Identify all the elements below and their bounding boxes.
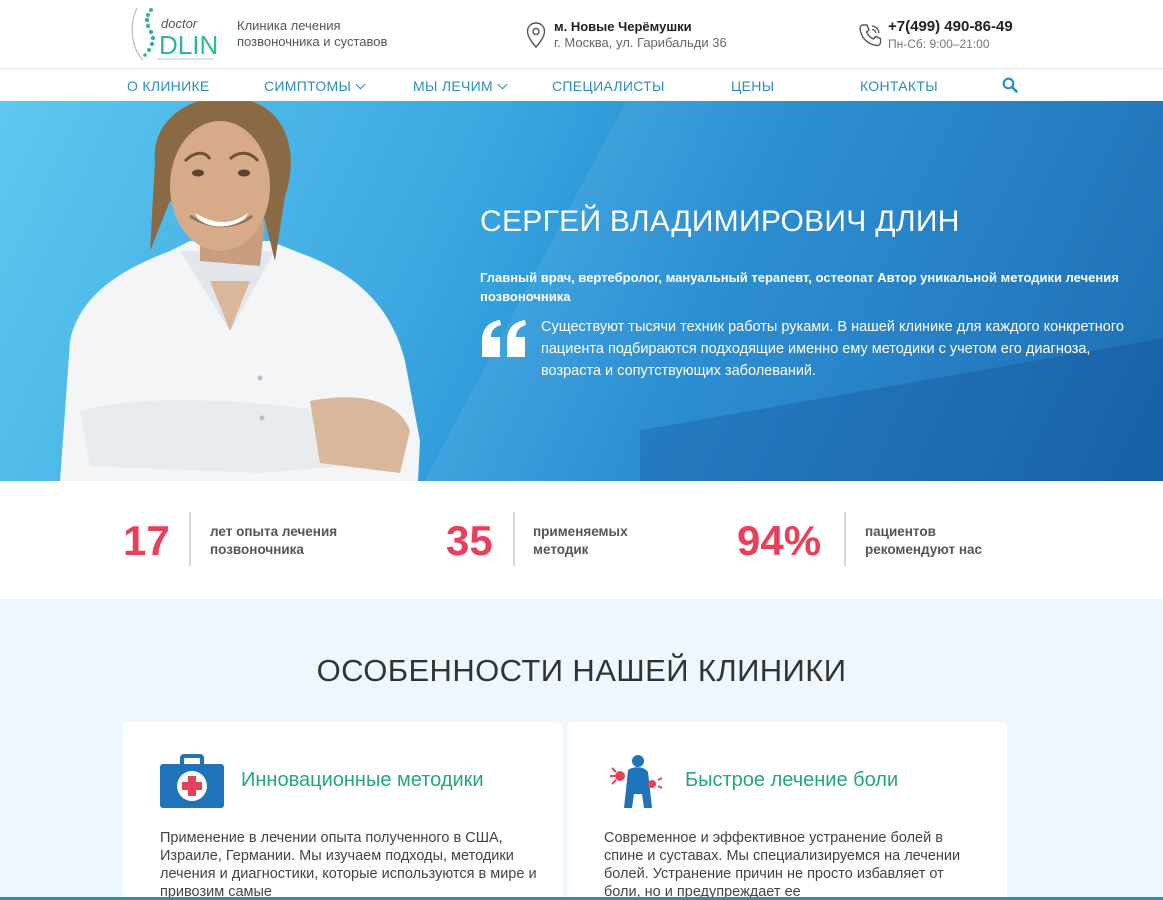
svg-text:DLIN: DLIN: [159, 30, 218, 60]
stat-label: лет опыта лечения позвоночника: [210, 523, 337, 559]
tagline-line2: позвоночника и суставов: [237, 34, 388, 49]
back-pain-icon: [610, 755, 663, 808]
feature-text: Современное и эффективное устранение бол…: [604, 830, 961, 900]
nav-item-specialists[interactable]: СПЕЦИАЛИСТЫ: [552, 78, 665, 94]
nav-item-label: СПЕЦИАЛИСТЫ: [552, 78, 665, 94]
feature-card-pain-relief: Быстрое лечение боли Современное и эффек…: [567, 722, 1007, 900]
stat-divider: [513, 512, 515, 566]
doctor-photo: [60, 101, 420, 481]
stat-label-line: лет опыта лечения: [210, 524, 338, 539]
quote-icon: [482, 320, 526, 357]
nav-item-about[interactable]: О КЛИНИКЕ: [127, 78, 210, 94]
doctor-role: Главный врач, вертебролог, мануальный те…: [480, 270, 1119, 304]
stat-label-line: пациентов: [865, 524, 936, 539]
stat-label: применяемых методик: [533, 523, 628, 559]
nav-item-contacts[interactable]: КОНТАКТЫ: [860, 78, 938, 94]
stat-divider: [844, 512, 846, 566]
features-title: ОСОБЕННОСТИ НАШЕЙ КЛИНИКИ: [316, 653, 847, 688]
stat-value: 94%: [737, 517, 822, 564]
clinic-address: г. Москва, ул. Гарибальди 36: [554, 35, 727, 50]
stat-label-line: позвоночника: [210, 542, 304, 557]
clinic-tagline: Клиника лечения позвоночника и суставов: [237, 18, 387, 50]
phone-icon: [859, 24, 882, 47]
stat-label-line: рекомендуют нас: [865, 542, 983, 557]
doctor-name: СЕРГЕЙ ВЛАДИМИРОВИЧ ДЛИН: [480, 205, 960, 238]
main-nav: О КЛИНИКЕ СИМПТОМЫ МЫ ЛЕЧИМ СПЕЦИАЛИСТЫ …: [0, 68, 1163, 101]
nav-item-label: О КЛИНИКЕ: [127, 78, 210, 94]
metro-station: м. Новые Черёмушки: [554, 19, 692, 34]
nav-item-label: МЫ ЛЕЧИМ: [413, 78, 493, 94]
nav-item-label: ЦЕНЫ: [731, 78, 775, 94]
phone-number[interactable]: +7(499) 490-86-49: [888, 18, 1013, 35]
stat-label-line: применяемых: [533, 524, 628, 539]
nav-item-treatments[interactable]: МЫ ЛЕЧИМ: [413, 78, 508, 94]
chevron-down-icon: [497, 79, 508, 90]
search-icon[interactable]: [1002, 77, 1018, 93]
stat-label-line: методик: [533, 542, 589, 557]
feature-card-innovative: Инновационные методики Применение в лече…: [123, 722, 563, 900]
medical-kit-icon: [160, 754, 224, 808]
svg-text:doctor: doctor: [161, 16, 198, 31]
stat-value: 35: [446, 517, 493, 564]
nav-item-symptoms[interactable]: СИМПТОМЫ: [264, 78, 366, 94]
location-pin-icon: [526, 22, 546, 48]
feature-title: Быстрое лечение боли: [685, 769, 899, 791]
features-section: ОСОБЕННОСТИ НАШЕЙ КЛИНИКИ Инновационные …: [0, 599, 1163, 900]
stat-label: пациентов рекомендуют нас: [865, 523, 982, 559]
nav-item-prices[interactable]: ЦЕНЫ: [731, 78, 774, 94]
stat-divider: [189, 512, 191, 566]
stats-section: 17 лет опыта лечения позвоночника 35 при…: [0, 481, 1163, 599]
feature-title: Инновационные методики: [241, 769, 484, 791]
tagline-line1: Клиника лечения: [237, 18, 341, 33]
working-hours: Пн-Сб: 9:00–21:00: [888, 37, 990, 51]
doctor-quote: Существуют тысячи техник работы руками. …: [541, 319, 1124, 379]
feature-text: Применение в лечении опыта полученного в…: [160, 830, 537, 900]
nav-item-label: КОНТАКТЫ: [860, 78, 938, 94]
hero-banner: СЕРГЕЙ ВЛАДИМИРОВИЧ ДЛИН Главный врач, в…: [0, 101, 1163, 481]
site-header: doctor DLIN Клиника лечения позвоночника…: [0, 0, 1163, 68]
stat-value: 17: [123, 517, 170, 564]
chevron-down-icon: [355, 79, 366, 90]
nav-item-label: СИМПТОМЫ: [264, 78, 352, 94]
site-logo[interactable]: doctor DLIN: [127, 4, 219, 64]
